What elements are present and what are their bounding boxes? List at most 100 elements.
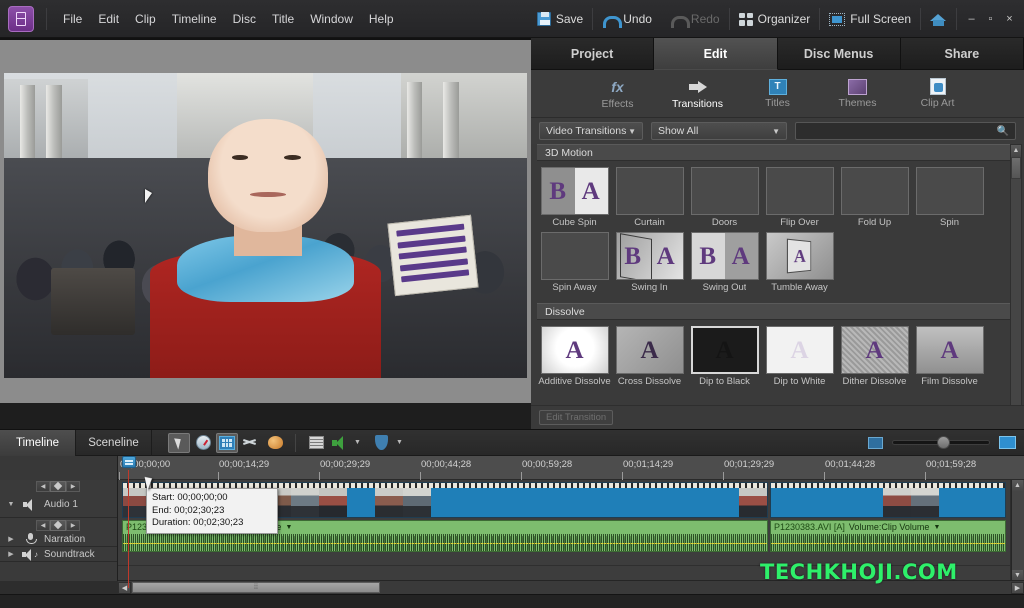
menu-item-disc[interactable]: Disc [225, 8, 264, 30]
menu-item-timeline[interactable]: Timeline [164, 8, 225, 30]
track-header-soundtrack[interactable]: ▶ ♪ Soundtrack [0, 547, 117, 562]
close-button[interactable]: × [1001, 11, 1018, 27]
menu-item-title[interactable]: Title [264, 8, 302, 30]
maximize-button[interactable]: ▫ [982, 11, 999, 27]
chevron-down-icon[interactable]: ▼ [933, 524, 940, 531]
full-screen-button[interactable]: Full Screen [820, 9, 920, 29]
transition-flip-over[interactable]: Flip Over [762, 167, 837, 228]
undo-button[interactable]: Undo [593, 9, 661, 29]
track-header-video1[interactable]: ◀ ▶ [0, 480, 117, 492]
group-header-3d-motion[interactable]: 3D Motion [537, 144, 1010, 161]
redo-button[interactable]: Redo [661, 9, 729, 29]
nudge-center-button[interactable] [50, 480, 66, 492]
zoom-slider-knob[interactable] [937, 436, 950, 449]
menu-item-edit[interactable]: Edit [90, 8, 127, 30]
tab-share[interactable]: Share [900, 38, 1024, 70]
playhead-handle[interactable] [122, 456, 136, 468]
panel-vertical-scrollbar[interactable]: ▲ ▼ [1010, 144, 1022, 426]
transition-doors[interactable]: Doors [687, 167, 762, 228]
mode-themes[interactable]: Themes [826, 78, 890, 109]
mode-clip-art[interactable]: Clip Art [906, 78, 970, 109]
expand-collapse-triangle-icon[interactable]: ▼ [6, 501, 16, 508]
clip-protect-tool[interactable] [371, 433, 393, 453]
transition-curtain[interactable]: Curtain [612, 167, 687, 228]
chevron-down-icon[interactable]: ▼ [354, 439, 361, 446]
speaker-icon[interactable] [22, 498, 38, 511]
transition-additive-dissolve[interactable]: A Additive Dissolve [537, 326, 612, 387]
transition-film-dissolve[interactable]: A Film Dissolve [912, 326, 987, 387]
home-button[interactable] [921, 9, 956, 29]
nudge-right-button[interactable]: ▶ [66, 519, 80, 531]
smart-trim-tool[interactable] [240, 433, 262, 453]
audio-volume-tool[interactable] [329, 433, 351, 453]
audio1-nudge-row[interactable]: ◀ ▶ [0, 518, 117, 532]
selection-arrow-tool[interactable] [168, 432, 190, 453]
show-select[interactable]: Show All ▼ [651, 122, 787, 140]
scroll-left-arrow-icon[interactable]: ◀ [118, 581, 131, 594]
scrollbar-thumb[interactable] [1011, 157, 1021, 179]
tab-project[interactable]: Project [531, 38, 655, 70]
transition-spin[interactable]: Spin [912, 167, 987, 228]
zoom-out-icon[interactable] [868, 436, 883, 449]
edit-transition-button[interactable]: Edit Transition [539, 410, 614, 425]
nudge-right-button[interactable]: ▶ [66, 480, 80, 492]
nudge-center-button[interactable] [50, 519, 66, 531]
track-header-audio1[interactable]: ▼ Audio 1 [0, 492, 117, 518]
minimize-button[interactable]: – [963, 11, 980, 27]
group-header-dissolve[interactable]: Dissolve [537, 303, 1010, 320]
video-clip-2[interactable] [770, 482, 1006, 518]
transition-swing-out[interactable]: BA Swing Out [687, 232, 762, 293]
detail-view-tool[interactable] [305, 433, 327, 453]
expand-collapse-triangle-icon[interactable]: ▶ [6, 535, 16, 543]
current-time-indicator[interactable] [122, 456, 136, 588]
chevron-down-icon[interactable]: ▼ [285, 524, 292, 531]
audio-track-nudge-controls[interactable]: ◀ ▶ [36, 519, 80, 531]
microphone-icon[interactable] [22, 532, 38, 546]
transition-swing-in[interactable]: BA Swing In [612, 232, 687, 293]
scroll-up-arrow-icon[interactable]: ▲ [1012, 480, 1023, 491]
scroll-up-arrow-icon[interactable]: ▲ [1011, 145, 1021, 156]
menu-item-clip[interactable]: Clip [127, 8, 164, 30]
menu-item-help[interactable]: Help [361, 8, 402, 30]
save-button[interactable]: Save [528, 9, 592, 29]
zoom-slider[interactable] [892, 436, 990, 449]
video-preview[interactable] [4, 73, 527, 378]
render-work-area-tool[interactable] [264, 433, 286, 453]
search-input[interactable]: 🔍 [795, 122, 1016, 140]
menu-item-window[interactable]: Window [302, 8, 361, 30]
scroll-right-arrow-icon[interactable]: ▶ [1011, 581, 1024, 594]
transition-dip-to-white[interactable]: A Dip to White [762, 326, 837, 387]
video-track-nudge-controls[interactable]: ◀ ▶ [36, 480, 80, 492]
track-header-narration[interactable]: ▶ Narration [0, 532, 117, 547]
transition-cube-spin[interactable]: BA Cube Spin [537, 167, 612, 228]
time-stretch-tool[interactable] [192, 433, 214, 453]
zoom-in-icon[interactable] [999, 436, 1016, 449]
audio-clip-2[interactable]: P1230383.AVI [A] Volume:Clip Volume ▼ [770, 520, 1006, 552]
nudge-left-button[interactable]: ◀ [36, 519, 50, 531]
timeline-view-tab[interactable]: Timeline [0, 429, 76, 456]
tab-disc-menus[interactable]: Disc Menus [777, 38, 901, 70]
category-select[interactable]: Video Transitions ▼ [539, 122, 643, 140]
organizer-button[interactable]: Organizer [730, 9, 820, 29]
mode-effects[interactable]: fx Effects [586, 78, 650, 110]
music-note-icon[interactable]: ♪ [22, 548, 38, 561]
scrollbar-thumb[interactable]: ⁞⁞ [132, 582, 380, 593]
timeline-vertical-scrollbar[interactable]: ▲ ▼ [1011, 480, 1024, 581]
mode-transitions[interactable]: Transitions [666, 78, 730, 110]
transition-spin-away[interactable]: Spin Away [537, 232, 612, 293]
menu-item-file[interactable]: File [55, 8, 90, 30]
timeline-ruler[interactable]: 00;00;00;00 00;00;14;29 00;00;29;29 00;0… [0, 456, 1024, 588]
mode-titles[interactable]: T Titles [746, 78, 810, 109]
tab-edit[interactable]: Edit [654, 38, 778, 70]
chevron-down-icon[interactable]: ▼ [396, 439, 403, 446]
transition-cross-dissolve[interactable]: A Cross Dissolve [612, 326, 687, 387]
expand-collapse-triangle-icon[interactable]: ▶ [6, 550, 16, 558]
audio-clip-volume[interactable]: Volume:Clip Volume [849, 522, 930, 532]
sceneline-view-tab[interactable]: Sceneline [76, 429, 152, 456]
add-marker-tool[interactable] [216, 432, 238, 453]
transition-dip-to-black[interactable]: A Dip to Black [687, 326, 762, 387]
transition-dither-dissolve[interactable]: A Dither Dissolve [837, 326, 912, 387]
nudge-left-button[interactable]: ◀ [36, 480, 50, 492]
transition-tumble-away[interactable]: A Tumble Away [762, 232, 837, 293]
transition-fold-up[interactable]: Fold Up [837, 167, 912, 228]
